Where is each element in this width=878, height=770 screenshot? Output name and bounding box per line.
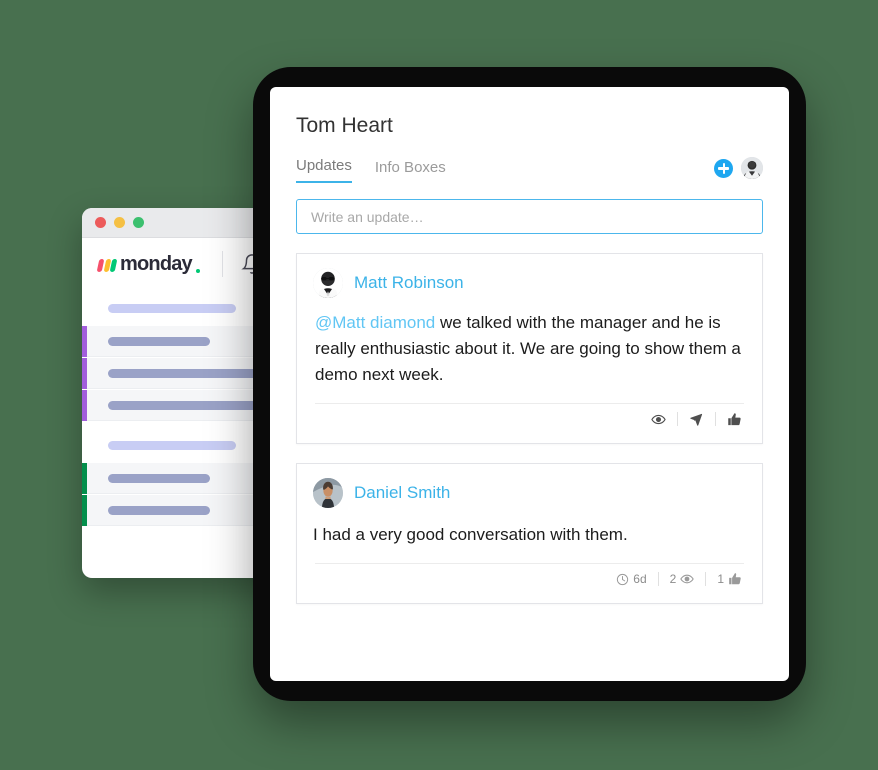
monday-logo-dot-icon <box>195 268 200 273</box>
monday-logo[interactable]: monday <box>96 252 200 276</box>
user-avatar-icon <box>313 478 343 508</box>
header-divider <box>221 251 223 277</box>
update-body: I had a very good conversation with them… <box>313 522 746 548</box>
update-body: @Matt diamond we talked with the manager… <box>313 310 746 388</box>
update-card-header: Daniel Smith <box>313 478 746 508</box>
update-card: Matt Robinson @Matt diamond we talked wi… <box>296 253 763 444</box>
update-card-header: Matt Robinson <box>313 268 746 298</box>
user-avatar-icon <box>313 268 343 298</box>
eye-icon <box>680 574 695 584</box>
avatar[interactable] <box>741 157 763 179</box>
views-button[interactable] <box>640 412 677 427</box>
window-close-dot[interactable] <box>95 217 106 228</box>
add-icon[interactable] <box>714 158 733 178</box>
avatar[interactable] <box>313 478 343 508</box>
page-title: Tom Heart <box>296 114 393 137</box>
reply-icon <box>690 413 703 426</box>
thumbs-up-icon <box>729 573 741 585</box>
update-composer-placeholder: Write an update… <box>311 208 424 225</box>
clock-icon <box>617 573 629 585</box>
reply-button[interactable] <box>678 412 715 427</box>
tablet-device-frame: Tom Heart Updates Info Boxes Write an up… <box>253 67 806 701</box>
tab-updates[interactable]: Updates <box>296 157 352 183</box>
timestamp-label: 6d <box>633 572 647 586</box>
row-placeholder-bar <box>108 336 210 346</box>
row-accent-bar <box>82 357 87 389</box>
update-card: Daniel Smith I had a very good conversat… <box>296 463 763 604</box>
row-accent-bar <box>82 494 87 526</box>
mention-link[interactable]: @Matt diamond <box>315 313 435 332</box>
monday-logo-wordmark: monday <box>120 252 193 275</box>
like-count[interactable]: 1 <box>706 572 744 586</box>
tab-bar: Updates Info Boxes <box>296 157 763 183</box>
views-count[interactable]: 2 <box>659 572 706 586</box>
row-placeholder-bar <box>108 505 210 515</box>
update-author-name[interactable]: Matt Robinson <box>354 273 464 293</box>
thumbs-up-icon <box>728 412 741 425</box>
like-button[interactable] <box>716 412 744 427</box>
update-composer-input[interactable]: Write an update… <box>296 199 763 234</box>
row-accent-bar <box>82 462 87 494</box>
tab-info-boxes[interactable]: Info Boxes <box>375 159 446 183</box>
window-maximize-dot[interactable] <box>133 217 144 228</box>
update-card-footer: 6d 2 1 <box>313 564 746 594</box>
tab-actions <box>714 157 763 179</box>
timestamp: 6d <box>605 572 657 586</box>
tablet-screen: Tom Heart Updates Info Boxes Write an up… <box>270 87 789 681</box>
row-accent-bar <box>82 325 87 357</box>
update-text: I had a very good conversation with them… <box>313 525 628 544</box>
user-avatar-icon <box>741 157 763 179</box>
update-card-footer <box>313 404 746 434</box>
update-author-name[interactable]: Daniel Smith <box>354 483 450 503</box>
monday-logo-bars-icon <box>96 257 118 272</box>
row-accent-bar <box>82 389 87 421</box>
window-minimize-dot[interactable] <box>114 217 125 228</box>
views-count-label: 2 <box>669 572 677 586</box>
eye-icon <box>651 414 666 424</box>
row-placeholder-bar <box>108 473 210 483</box>
avatar[interactable] <box>313 268 343 298</box>
like-count-label: 1 <box>717 572 724 586</box>
